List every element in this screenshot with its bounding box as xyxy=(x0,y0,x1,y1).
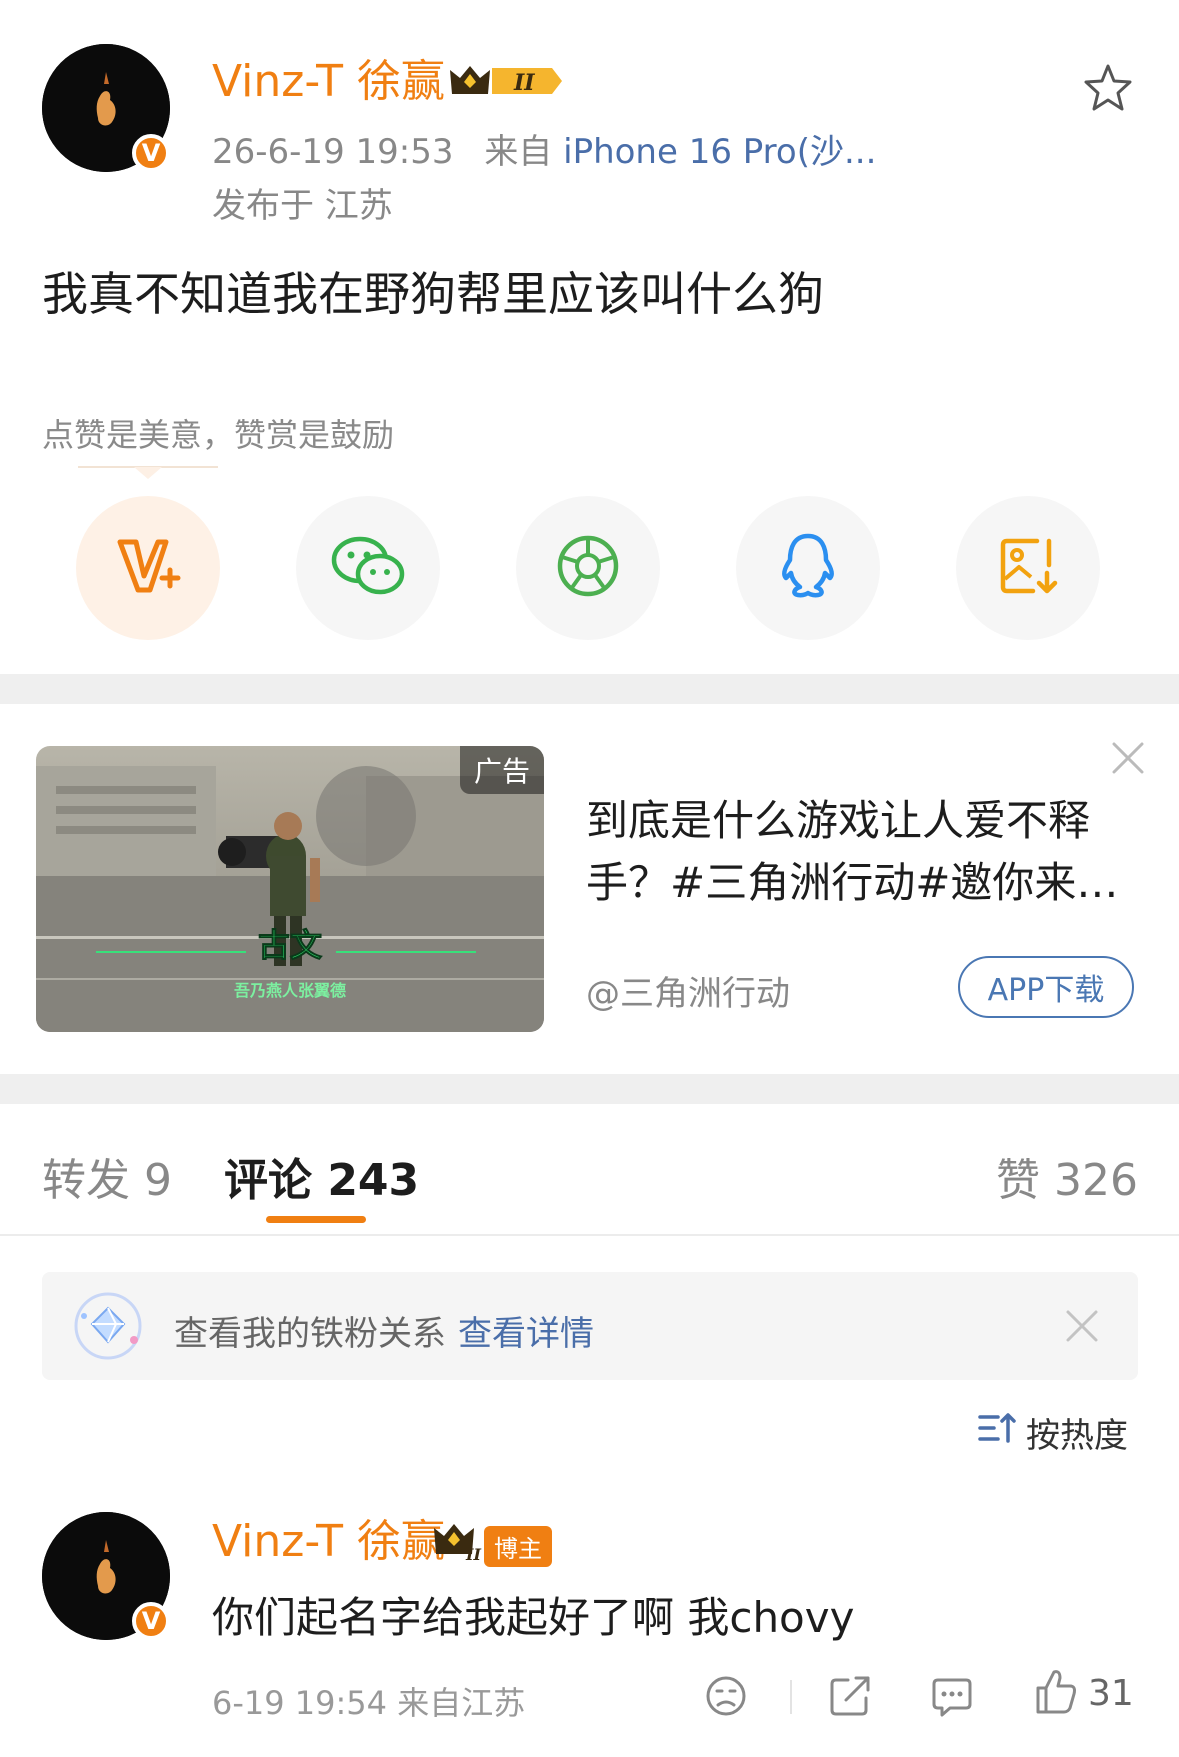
share-arrow-icon xyxy=(828,1674,872,1722)
share-wechat-button[interactable] xyxy=(296,496,440,640)
view-details-link[interactable]: 查看详情 xyxy=(458,1314,594,1354)
reward-tip: 点赞是美意，赞赏是鼓励 xyxy=(42,416,395,454)
post-device[interactable]: iPhone 16 Pro(沙... xyxy=(563,132,876,172)
tabs-divider xyxy=(0,1234,1179,1236)
crown-level-small-icon: II xyxy=(432,1518,482,1566)
fans-relation-label: 查看我的铁粉关系 xyxy=(174,1314,446,1354)
ad-overlay-sub: 吾乃燕人张翼德 xyxy=(234,981,346,1000)
verified-badge-icon: V xyxy=(132,1602,170,1640)
sort-by-hot[interactable]: 按热度 xyxy=(978,1408,1128,1457)
favorite-star-icon[interactable] xyxy=(1082,62,1134,118)
ad-close-icon[interactable] xyxy=(1110,740,1146,780)
ad-overlay-title: 古文 xyxy=(258,926,322,964)
crown-level-icon: II xyxy=(448,60,564,106)
wechat-icon xyxy=(330,534,406,602)
diamond-icon xyxy=(72,1290,144,1366)
tab-active-underline xyxy=(266,1216,366,1223)
ad-title[interactable]: 到底是什么游戏让人爱不释手？#三角洲行动#邀你来… xyxy=(586,790,1146,914)
dislike-button[interactable] xyxy=(704,1674,748,1722)
sad-face-icon xyxy=(704,1674,748,1722)
section-gap xyxy=(0,1074,1179,1104)
verified-badge-icon: V xyxy=(132,134,170,172)
comment-bubble-icon xyxy=(930,1674,974,1722)
share-reward-button[interactable] xyxy=(76,496,220,640)
ad-tag: 广告 xyxy=(459,746,544,794)
share-qq-button[interactable] xyxy=(736,496,880,640)
post-text: 我真不知道我在野狗帮里应该叫什么狗 xyxy=(42,267,824,321)
fans-bar-close-icon[interactable] xyxy=(1064,1308,1100,1348)
share-save-image-button[interactable] xyxy=(956,496,1100,640)
post-location: 发布于 江苏 xyxy=(212,186,393,226)
tip-arrow-icon xyxy=(134,466,162,485)
post-date: 26-6-19 19:53 xyxy=(212,132,454,172)
author-name[interactable]: Vinz-T 徐赢 xyxy=(212,56,445,108)
moments-icon xyxy=(555,533,621,603)
thumbs-up-icon xyxy=(1034,1666,1078,1720)
sort-icon xyxy=(978,1411,1016,1454)
comment-text: 你们起名字给我起好了啊 我chovy xyxy=(212,1593,855,1642)
post-source-prefix: 来自 xyxy=(484,132,553,172)
like-comment-button[interactable]: 31 xyxy=(1034,1666,1134,1720)
ad-source[interactable]: @三角洲行动 xyxy=(586,966,790,1015)
post-meta: 26-6-19 19:53 来自 iPhone 16 Pro(沙... xyxy=(212,124,876,173)
tab-like[interactable]: 赞 326 xyxy=(996,1144,1138,1208)
action-separator xyxy=(790,1680,792,1714)
blogger-badge: 博主 xyxy=(484,1526,552,1567)
commenter-name[interactable]: Vinz-T 徐赢 xyxy=(212,1516,445,1568)
comment-like-count: 31 xyxy=(1088,1672,1134,1714)
ad-image[interactable]: 古文 吾乃燕人张翼德 广告 xyxy=(36,746,544,1032)
repost-comment-button[interactable] xyxy=(828,1674,872,1722)
sort-label: 按热度 xyxy=(1026,1416,1128,1456)
app-download-button[interactable]: APP下载 xyxy=(958,956,1134,1018)
tab-comment[interactable]: 评论 243 xyxy=(224,1144,419,1208)
qq-icon xyxy=(778,532,838,604)
reply-comment-button[interactable] xyxy=(930,1674,974,1722)
crown-level-small-text: II xyxy=(465,1545,481,1562)
save-image-icon xyxy=(997,535,1059,601)
section-gap xyxy=(0,674,1179,704)
tab-repost[interactable]: 转发 9 xyxy=(42,1144,172,1208)
comment-meta: 6-19 19:54 来自江苏 xyxy=(212,1684,526,1722)
share-moments-button[interactable] xyxy=(516,496,660,640)
v-plus-icon xyxy=(114,534,182,602)
crown-level-text: II xyxy=(513,70,535,96)
fans-relation-text: 查看我的铁粉关系 查看详情 xyxy=(174,1306,594,1355)
